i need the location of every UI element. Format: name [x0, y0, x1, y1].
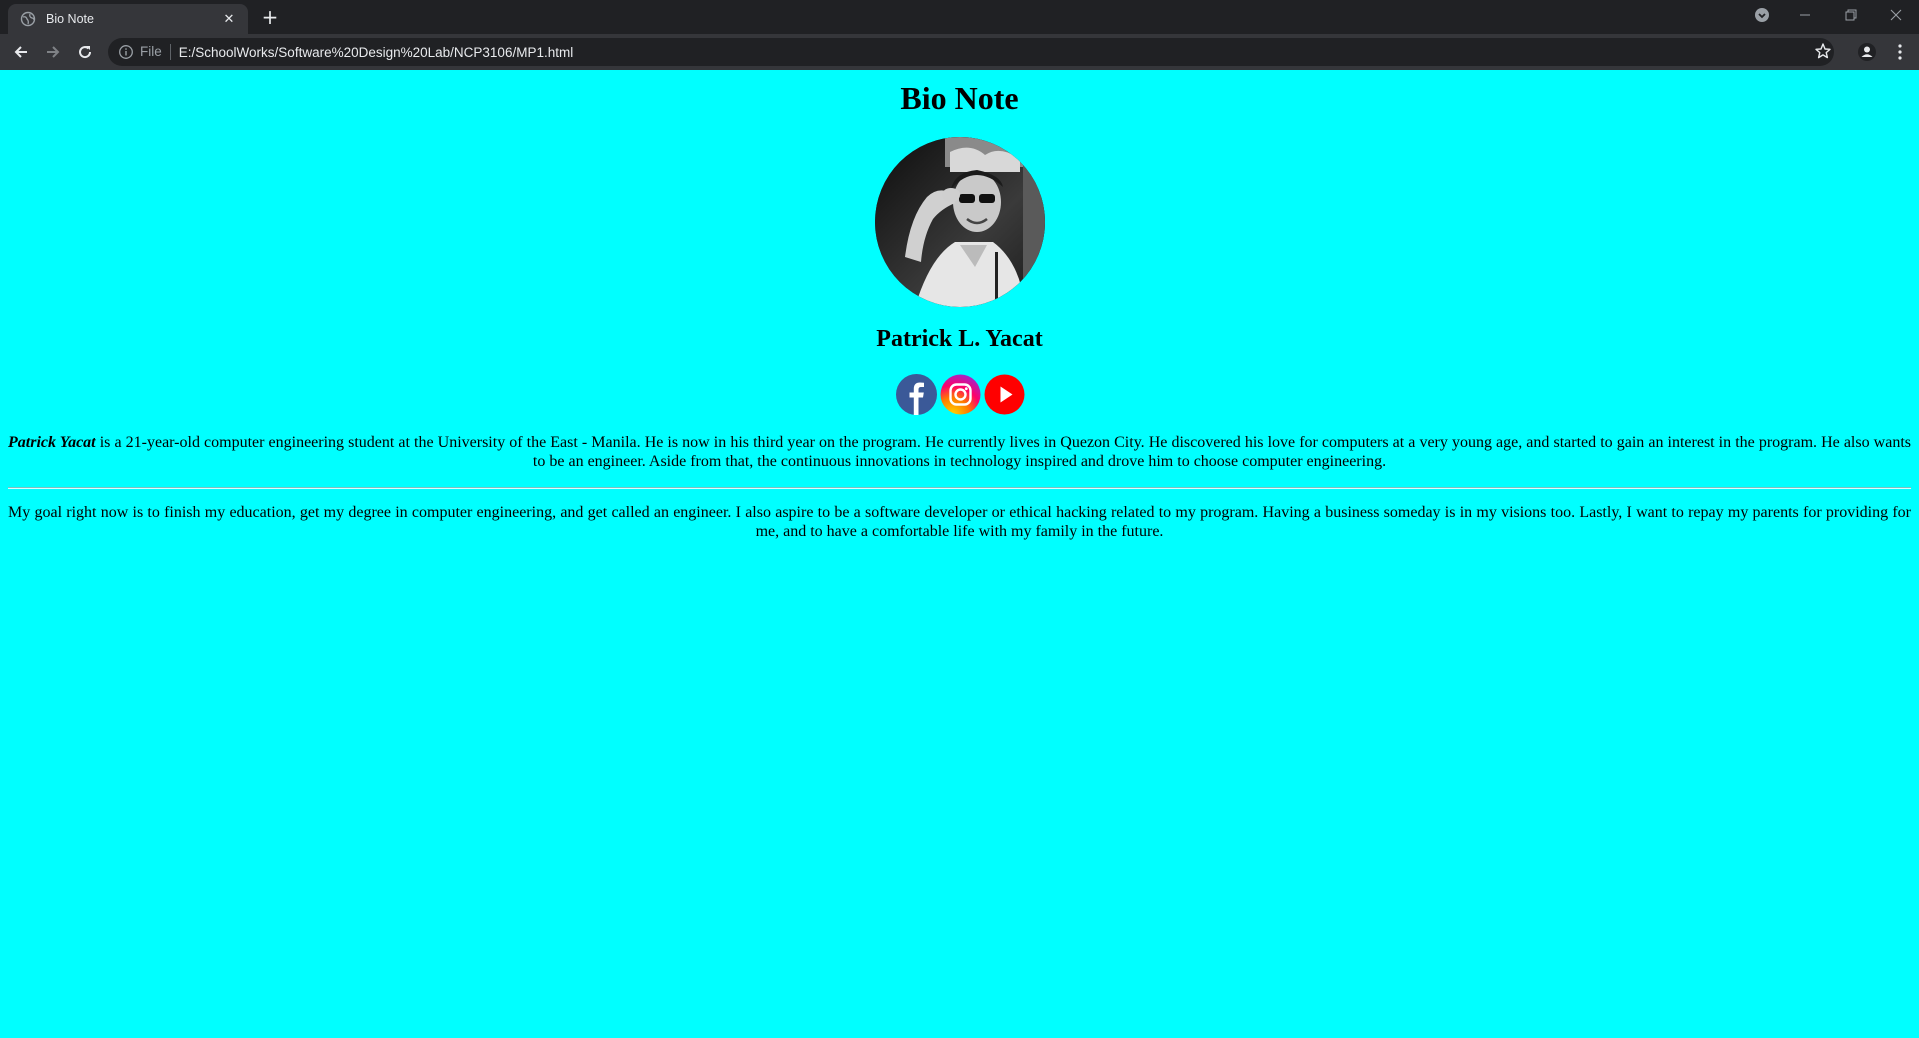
menu-icon[interactable] — [1888, 40, 1912, 64]
profile-photo — [875, 137, 1045, 307]
horizontal-rule — [8, 487, 1911, 489]
instagram-icon[interactable] — [940, 374, 981, 415]
person-name: Patrick L. Yacat — [876, 326, 1043, 352]
profile-icon[interactable] — [1855, 40, 1879, 64]
url-text[interactable]: E:/SchoolWorks/Software%20Design%20Lab/N… — [179, 45, 573, 60]
browser-tab[interactable]: Bio Note ✕ — [8, 4, 248, 34]
tab-close-icon[interactable]: ✕ — [220, 10, 238, 28]
social-links — [896, 374, 1026, 416]
browser-toolbar: File E:/SchoolWorks/Software%20Design%20… — [0, 34, 1919, 70]
browser-titlebar: Bio Note ✕ + — [0, 0, 1919, 34]
scheme-label: File — [140, 44, 171, 60]
tab-search-icon[interactable] — [1742, 0, 1782, 30]
restore-icon[interactable] — [1831, 0, 1871, 30]
info-icon[interactable] — [118, 44, 134, 60]
tab-title: Bio Note — [46, 12, 94, 26]
page-title: Bio Note — [900, 80, 1019, 116]
reload-icon[interactable] — [73, 40, 97, 64]
close-window-icon[interactable] — [1876, 0, 1916, 30]
address-bar[interactable]: File E:/SchoolWorks/Software%20Design%20… — [108, 38, 1834, 66]
bio-text: is a 21-year-old computer engineering st… — [95, 434, 1912, 470]
forward-arrow-icon[interactable] — [41, 40, 65, 64]
bio-paragraph: Patrick Yacat is a 21-year-old computer … — [8, 434, 1911, 471]
bio-name: Patrick Yacat — [8, 434, 96, 451]
minimize-icon[interactable] — [1785, 0, 1825, 30]
youtube-icon[interactable] — [984, 374, 1025, 415]
star-icon[interactable] — [1814, 42, 1834, 62]
goals-paragraph: My goal right now is to finish my educat… — [8, 504, 1911, 540]
back-arrow-icon[interactable] — [9, 40, 33, 64]
globe-icon — [20, 11, 36, 27]
new-tab-button[interactable]: + — [258, 6, 282, 30]
facebook-icon[interactable] — [896, 374, 937, 415]
page-content: Bio Note Patrick L. Yacat Patrick Yacat … — [0, 70, 1919, 1038]
